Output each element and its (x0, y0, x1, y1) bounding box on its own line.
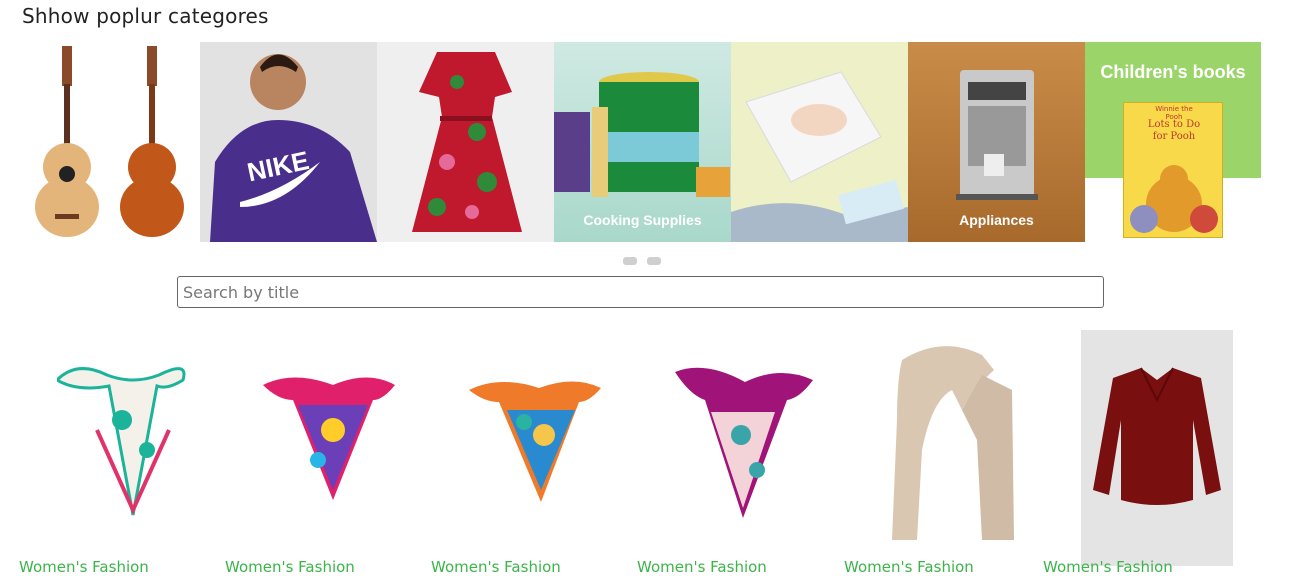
category-tile-cooking-supplies[interactable]: Cooking Supplies (554, 42, 731, 242)
scarf-image (57, 367, 186, 516)
dress-image (412, 52, 522, 232)
book-illustration (1130, 165, 1218, 233)
tile-caption-appliances: Appliances (959, 212, 1034, 228)
category-tile-baby[interactable] (731, 42, 908, 242)
guitar-image (35, 46, 184, 237)
scarf-image (675, 367, 813, 518)
category-carousel[interactable]: NIKE Cooking Supplies Appliances Childre… (23, 42, 1261, 242)
book-cover: Winnie the Pooh Lots to Do for Pooh (1123, 102, 1223, 238)
scarf-image (892, 346, 1014, 540)
product-card[interactable]: Women's Fashion (844, 330, 1034, 576)
scarf-image (469, 381, 601, 502)
scarf-image (263, 377, 395, 500)
product-card[interactable]: Women's Fashion (637, 330, 827, 576)
product-card[interactable]: Women's Fashion (431, 330, 621, 576)
hoodie-image: NIKE (210, 54, 377, 242)
product-category-link[interactable]: Women's Fashion (431, 558, 631, 576)
category-tile-dresses[interactable] (377, 42, 554, 242)
category-tile-guitars[interactable] (23, 42, 200, 242)
product-card[interactable]: Women's Fashion (19, 330, 209, 576)
tile-caption-books: Children's books (1100, 62, 1246, 82)
product-category-link[interactable]: Women's Fashion (637, 558, 837, 576)
search-input[interactable] (177, 276, 1104, 308)
carousel-dot-1[interactable] (623, 257, 637, 265)
product-category-link[interactable]: Women's Fashion (844, 558, 1044, 576)
category-tile-childrens-books[interactable]: Children's books Winnie the Pooh Lots to… (1085, 42, 1261, 242)
product-category-link[interactable]: Women's Fashion (1043, 558, 1243, 576)
page-title: Shhow poplur categores (22, 4, 269, 28)
product-card[interactable]: Women's Fashion (1043, 330, 1233, 576)
tile-caption-cooking: Cooking Supplies (583, 212, 702, 228)
category-tile-men-fashion[interactable]: NIKE (200, 42, 377, 242)
product-category-link[interactable]: Women's Fashion (225, 558, 425, 576)
product-category-link[interactable]: Women's Fashion (19, 558, 219, 576)
diapers-image (731, 71, 908, 242)
product-card[interactable]: Women's Fashion (225, 330, 415, 576)
carousel-dot-2[interactable] (647, 257, 661, 265)
blouse-image (1093, 367, 1221, 505)
book-title: Lots to Do for Pooh (1147, 119, 1201, 142)
category-tile-appliances[interactable]: Appliances (908, 42, 1085, 242)
